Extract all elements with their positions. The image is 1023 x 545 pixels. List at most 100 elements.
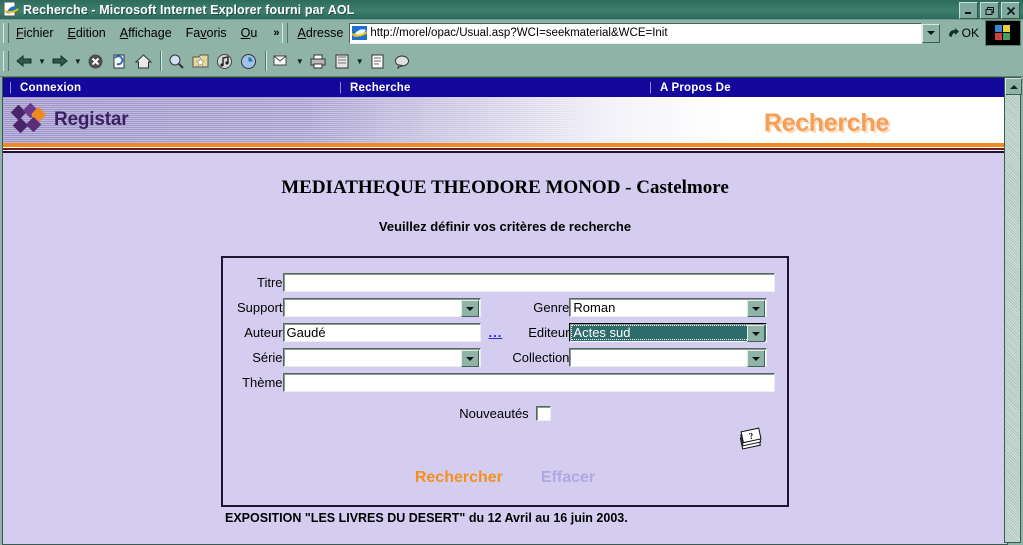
auteur-input-value: Gaudé	[286, 325, 326, 340]
support-select[interactable]	[282, 298, 481, 317]
window-controls	[959, 2, 1020, 19]
menu-item-outils[interactable]: Ou	[241, 26, 258, 40]
banner-title: Recherche	[763, 109, 889, 137]
collection-select[interactable]	[569, 348, 768, 367]
page-viewport: | Connexion | Recherche | A Propos De Re…	[2, 77, 1008, 545]
window-title: Recherche - Microsoft Internet Explorer …	[23, 2, 355, 17]
genre-select[interactable]: Roman	[569, 298, 768, 317]
nouveautes-row: Nouveautés	[237, 406, 773, 421]
cell-collection	[569, 345, 774, 370]
editeur-select[interactable]: Actes sud	[569, 323, 768, 342]
effacer-button[interactable]: Effacer	[541, 469, 595, 487]
form-actions: Rechercher Effacer	[237, 469, 773, 491]
discuss-button[interactable]	[366, 49, 390, 73]
chevron-down-icon[interactable]	[747, 300, 766, 317]
edit-button[interactable]	[330, 49, 354, 73]
go-button[interactable]: OK	[947, 26, 979, 40]
cell-support	[282, 295, 511, 320]
stop-button[interactable]	[84, 49, 108, 73]
toolbar-separator-2	[264, 51, 266, 71]
auteur-browse-link[interactable]: ...	[481, 325, 503, 340]
cell-genre: Roman	[569, 295, 774, 320]
home-button[interactable]	[132, 49, 156, 73]
mail-button[interactable]	[270, 49, 294, 73]
nav-item-recherche[interactable]: | Recherche	[333, 78, 643, 97]
favorites-button[interactable]	[189, 49, 213, 73]
toolbar-separator	[159, 51, 161, 71]
menu-item-affichage[interactable]: Affichage	[120, 26, 172, 40]
auteur-input[interactable]: Gaudé	[282, 323, 481, 342]
nav-item-recherche-label: Recherche	[350, 81, 411, 94]
menu-item-fichier[interactable]: Fichier	[16, 26, 54, 40]
browser-window: Recherche - Microsoft Internet Explorer …	[0, 0, 1023, 545]
back-button[interactable]	[12, 49, 36, 73]
chevron-down-icon[interactable]	[921, 23, 940, 43]
table-row: Thème	[237, 370, 775, 395]
label-serie: Série	[252, 350, 283, 365]
editeur-select-value: Actes sud	[573, 325, 631, 340]
nouveautes-checkbox[interactable]	[535, 406, 551, 421]
label-editeur: Editeur	[528, 325, 570, 340]
nav-item-connexion[interactable]: | Connexion	[3, 78, 333, 97]
site-logo-text: Registar	[54, 109, 129, 130]
label-theme: Thème	[242, 375, 283, 390]
print-button[interactable]	[306, 49, 330, 73]
site-logo[interactable]: Registar	[10, 102, 129, 135]
label-collection: Collection	[512, 350, 570, 365]
titre-input[interactable]	[282, 273, 775, 292]
chevron-down-icon[interactable]	[460, 300, 479, 317]
table-row: Titre	[237, 270, 775, 295]
search-form: Titre Support Genre Roman Auteur Gaudé .…	[221, 256, 789, 507]
nav-item-apropos-label: A Propos De	[660, 81, 731, 94]
nav-separator-1: |	[9, 81, 12, 94]
serie-select[interactable]	[282, 348, 481, 367]
nav-item-apropos[interactable]: | A Propos De	[643, 78, 731, 97]
label-titre: Titre	[257, 275, 283, 290]
nav-item-connexion-label: Connexion	[20, 81, 82, 94]
site-navbar: | Connexion | Recherche | A Propos De	[3, 78, 1007, 97]
address-input[interactable]: http://morel/opac/Usual.asp?WCI=seekmate…	[349, 22, 922, 44]
close-button[interactable]	[1001, 2, 1020, 19]
cell-titre	[282, 270, 775, 295]
media-button[interactable]	[213, 49, 237, 73]
messenger-button[interactable]	[390, 49, 414, 73]
chevron-down-icon[interactable]	[460, 350, 479, 367]
mail-dropdown-icon[interactable]: ▼	[296, 57, 304, 66]
table-row: Auteur Gaudé ... Editeur Actes sud	[237, 320, 775, 345]
addressbar-grip[interactable]	[282, 23, 289, 43]
help-pages-icon[interactable]: ?	[737, 427, 765, 453]
cell-auteur: Gaudé ...	[282, 320, 511, 345]
go-arrow-icon	[948, 27, 959, 37]
restore-button[interactable]	[980, 2, 999, 19]
ie-document-icon	[3, 1, 19, 17]
minimize-button[interactable]	[959, 2, 978, 19]
forward-dropdown-icon[interactable]: ▼	[74, 57, 82, 66]
toolbar-grip[interactable]	[3, 51, 9, 71]
forward-button[interactable]	[48, 49, 72, 73]
theme-input[interactable]	[282, 373, 775, 392]
menu-overflow-icon[interactable]: »	[273, 27, 279, 39]
nav-separator-2: |	[339, 81, 342, 94]
page-scrollbar[interactable]	[1004, 77, 1022, 543]
label-auteur: Auteur	[244, 325, 283, 340]
back-dropdown-icon[interactable]: ▼	[38, 57, 46, 66]
label-support: Support	[237, 300, 283, 315]
address-label: Adresse	[297, 26, 344, 40]
edit-dropdown-icon[interactable]: ▼	[356, 57, 364, 66]
menu-item-favoris[interactable]: Favoris	[186, 26, 227, 40]
menubar: Fichier Edition Affichage Favoris Ou »	[12, 26, 279, 40]
history-button[interactable]	[237, 49, 261, 73]
help-row: ?	[237, 427, 773, 453]
rechercher-button[interactable]: Rechercher	[415, 469, 503, 487]
chevron-down-icon[interactable]	[747, 350, 766, 367]
window-titlebar: Recherche - Microsoft Internet Explorer …	[0, 0, 1023, 20]
menubar-grip[interactable]	[3, 23, 9, 43]
menu-item-edition[interactable]: Edition	[68, 26, 106, 40]
scroll-up-button[interactable]	[1005, 78, 1022, 95]
ie-logo-icon[interactable]	[985, 20, 1021, 46]
go-button-label: OK	[961, 26, 979, 40]
chevron-down-icon[interactable]	[747, 325, 766, 342]
page-subtitle: Veuillez définir vos critères de recherc…	[378, 219, 632, 234]
search-button[interactable]	[165, 49, 189, 73]
refresh-button[interactable]	[108, 49, 132, 73]
